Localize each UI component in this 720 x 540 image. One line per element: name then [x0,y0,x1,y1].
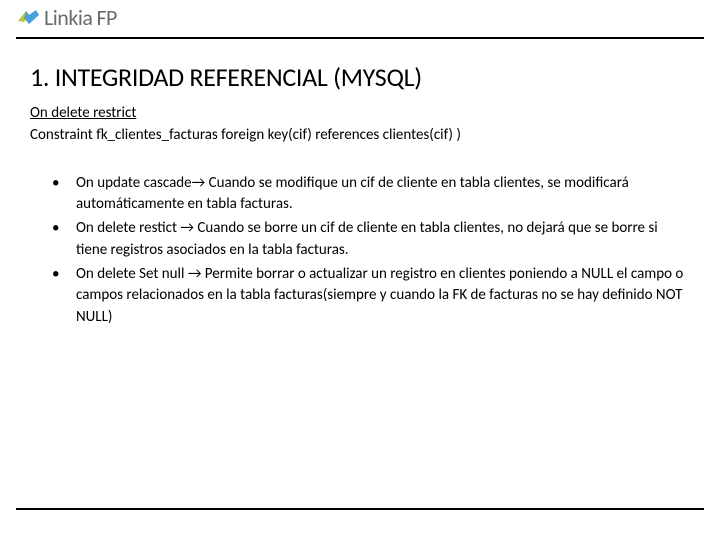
subhead-restrict: On delete restrict [30,103,690,125]
brand-name: LinkiaFP [44,4,117,31]
bullet-text: On delete Set null → Permite borrar o ac… [76,264,690,329]
list-item: • On delete restict → Cuando se borre un… [52,218,690,262]
bullet-marker: • [52,218,76,262]
bullet-text: On update cascade→ Cuando se modifique u… [76,173,690,217]
linkia-logo-icon [16,7,40,29]
bullet-marker: • [52,173,76,217]
bullet-text: On delete restict → Cuando se borre un c… [76,218,690,262]
list-item: • On update cascade→ Cuando se modifique… [52,173,690,217]
brand-text: Linkia [44,4,92,31]
bullet-list: • On update cascade→ Cuando se modifique… [30,173,690,329]
brand-suffix: FP [96,4,116,31]
list-item: • On delete Set null → Permite borrar o … [52,264,690,329]
slide-content: 1. INTEGRIDAD REFERENCIAL (MYSQL) On del… [0,39,720,329]
page-title: 1. INTEGRIDAD REFERENCIAL (MYSQL) [30,61,690,93]
subhead-constraint: Constraint fk_clientes_facturas foreign … [30,125,690,147]
header: LinkiaFP [0,0,720,37]
footer-divider [16,508,704,510]
bullet-marker: • [52,264,76,329]
